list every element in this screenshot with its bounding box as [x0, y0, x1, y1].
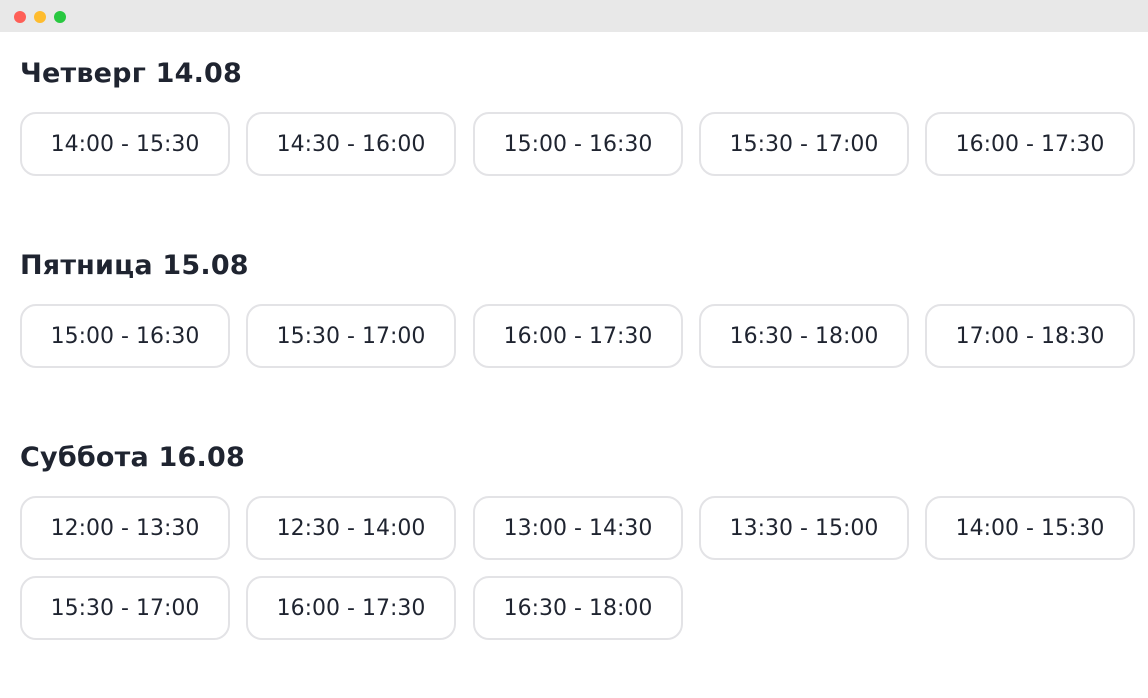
day-title: Пятница 15.08: [20, 250, 249, 281]
time-slot-button[interactable]: 15:30 - 17:00: [20, 576, 230, 640]
time-slot-button[interactable]: 12:30 - 14:00: [246, 496, 456, 560]
day-title: Суббота 16.08: [20, 442, 245, 473]
window-titlebar: [0, 0, 1148, 32]
window-close-button[interactable]: [14, 11, 26, 23]
window-minimize-button[interactable]: [34, 11, 46, 23]
time-slot-button[interactable]: 14:00 - 15:30: [20, 112, 230, 176]
time-slot-button[interactable]: 16:00 - 17:30: [473, 304, 683, 368]
time-slot-button[interactable]: 16:30 - 18:00: [473, 576, 683, 640]
time-slot-button[interactable]: 13:00 - 14:30: [473, 496, 683, 560]
time-slot-button[interactable]: 14:30 - 16:00: [246, 112, 456, 176]
time-slot-button[interactable]: 12:00 - 13:30: [20, 496, 230, 560]
time-slot-button[interactable]: 16:00 - 17:30: [925, 112, 1135, 176]
time-slot-button[interactable]: 15:00 - 16:30: [473, 112, 683, 176]
time-slot-button[interactable]: 13:30 - 15:00: [699, 496, 909, 560]
time-slot-button[interactable]: 17:00 - 18:30: [925, 304, 1135, 368]
time-slot-button[interactable]: 16:30 - 18:00: [699, 304, 909, 368]
time-slot-button[interactable]: 14:00 - 15:30: [925, 496, 1135, 560]
time-slot-button[interactable]: 16:00 - 17:30: [246, 576, 456, 640]
time-slot-button[interactable]: 15:00 - 16:30: [20, 304, 230, 368]
time-slot-button[interactable]: 15:30 - 17:00: [246, 304, 456, 368]
time-slot-button[interactable]: 15:30 - 17:00: [699, 112, 909, 176]
day-title: Четверг 14.08: [20, 58, 243, 89]
window-maximize-button[interactable]: [54, 11, 66, 23]
